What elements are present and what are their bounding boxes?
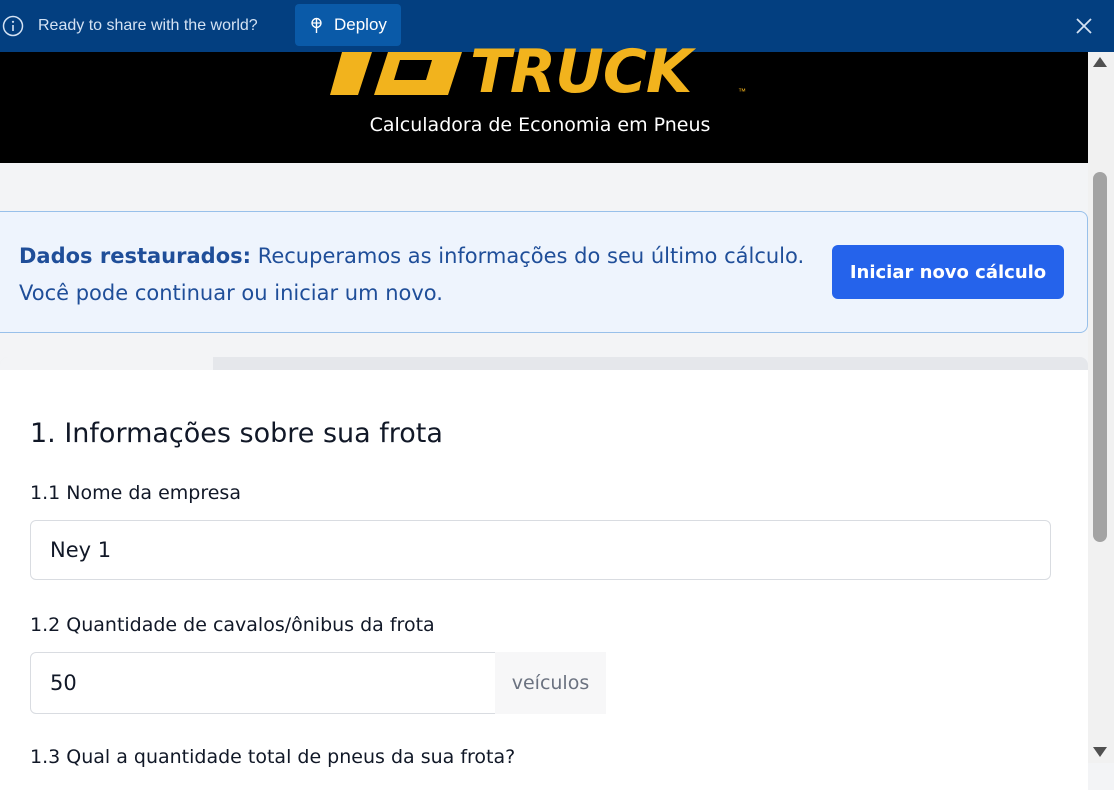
deploy-icon xyxy=(311,17,322,33)
company-name-input[interactable]: Ney 1 xyxy=(30,520,1051,580)
info-icon xyxy=(2,15,24,37)
vehicles-unit-addon: veículos xyxy=(495,652,606,714)
scroll-up-icon[interactable] xyxy=(1092,56,1108,68)
deploy-button[interactable]: Deploy xyxy=(295,4,401,46)
deploy-message: Ready to share with the world? xyxy=(38,17,258,34)
close-icon[interactable] xyxy=(1073,15,1095,37)
notice-text: Dados restaurados: Recuperamos as inform… xyxy=(19,238,809,312)
deploy-button-label: Deploy xyxy=(334,15,387,34)
vehicles-count-input[interactable]: 50 xyxy=(30,652,496,714)
page-subtitle: Calculadora de Economia em Pneus xyxy=(369,114,711,136)
scroll-thumb[interactable] xyxy=(1093,172,1107,542)
section-title: 1. Informações sobre sua frota xyxy=(30,418,443,449)
progress-fill xyxy=(0,357,214,371)
company-name-label: 1.1 Nome da empresa xyxy=(30,482,241,504)
vehicles-count-label: 1.2 Quantidade de cavalos/ônibus da frot… xyxy=(30,614,435,636)
main-content: Dados restaurados: Recuperamos as inform… xyxy=(0,163,1088,790)
new-calculation-button[interactable]: Iniciar novo cálculo xyxy=(832,245,1064,299)
logo-text: TRUCK xyxy=(470,37,692,107)
progress-bar xyxy=(0,357,1088,371)
restored-data-notice: Dados restaurados: Recuperamos as inform… xyxy=(0,211,1088,333)
page-scrollbar[interactable] xyxy=(1088,52,1114,763)
scroll-down-icon[interactable] xyxy=(1092,746,1108,758)
trademark-mark: ™ xyxy=(738,87,746,96)
tires-count-label: 1.3 Qual a quantidade total de pneus da … xyxy=(30,746,516,768)
notice-bold: Dados restaurados: xyxy=(19,244,252,268)
app-header: TRUCK ™ Calculadora de Economia em Pneus xyxy=(0,42,1088,163)
fleet-form-card: 1. Informações sobre sua frota 1.1 Nome … xyxy=(0,370,1088,790)
